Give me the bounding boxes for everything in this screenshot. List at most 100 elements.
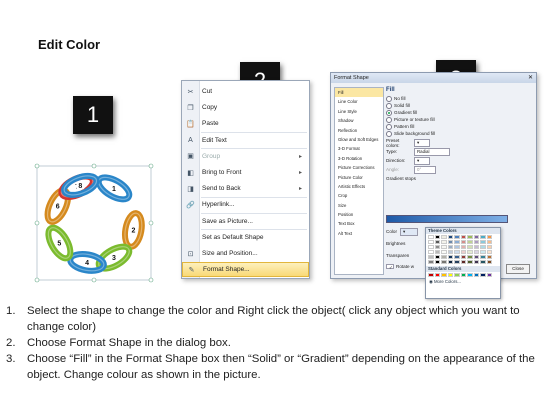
selection-handle[interactable]: [34, 277, 40, 283]
fill-option[interactable]: Solid fill: [386, 102, 532, 109]
direction-dropdown[interactable]: ▾: [414, 156, 430, 165]
preset-colors-dropdown[interactable]: ▾: [414, 138, 430, 147]
color-swatch[interactable]: [480, 245, 486, 249]
chain-diagram[interactable]: 12345678: [33, 162, 155, 284]
color-swatch[interactable]: [467, 255, 473, 259]
color-swatch[interactable]: [460, 250, 466, 254]
nav-item-reflection[interactable]: Reflection: [335, 126, 383, 135]
color-swatch[interactable]: [486, 273, 492, 277]
color-swatch[interactable]: [441, 255, 447, 259]
color-swatch[interactable]: [480, 255, 486, 259]
color-swatch[interactable]: [447, 260, 453, 264]
menu-item-edit-text[interactable]: A Edit Text: [182, 133, 309, 148]
color-swatch[interactable]: [434, 245, 440, 249]
radio-button[interactable]: [386, 102, 392, 109]
color-swatch[interactable]: [486, 235, 492, 239]
color-swatch[interactable]: [460, 255, 466, 259]
color-swatch[interactable]: [460, 260, 466, 264]
angle-input[interactable]: 0°: [414, 165, 436, 174]
color-swatch[interactable]: [473, 273, 479, 277]
chain-link-4[interactable]: 4: [67, 250, 107, 274]
menu-item-copy[interactable]: ❐ Copy: [182, 100, 309, 115]
color-swatch[interactable]: [460, 240, 466, 244]
color-swatch[interactable]: [454, 250, 460, 254]
gradient-stops-bar[interactable]: [386, 215, 508, 223]
menu-item-set-as-default-shape[interactable]: Set as Default Shape: [182, 230, 309, 245]
selection-handle[interactable]: [148, 163, 154, 169]
close-button[interactable]: Close: [506, 264, 530, 274]
nav-item-position[interactable]: Position: [335, 210, 383, 219]
nav-item-crop[interactable]: Crop: [335, 191, 383, 200]
nav-item-glow-and-soft-edges[interactable]: Glow and Soft Edges: [335, 135, 383, 144]
nav-item-alt-text[interactable]: Alt Text: [335, 229, 383, 238]
color-swatch[interactable]: [486, 255, 492, 259]
color-swatch[interactable]: [486, 260, 492, 264]
color-swatch[interactable]: [454, 255, 460, 259]
menu-item-bring-to-front[interactable]: ◧ Bring to Front ▸: [182, 165, 309, 180]
selection-handle[interactable]: [91, 277, 97, 283]
color-swatch[interactable]: [441, 250, 447, 254]
color-swatch[interactable]: [454, 245, 460, 249]
color-swatch[interactable]: [467, 250, 473, 254]
nav-item-line-color[interactable]: Line Color: [335, 97, 383, 106]
nav-item-size[interactable]: Size: [335, 201, 383, 210]
menu-item-hyperlink[interactable]: 🔗 Hyperlink...: [182, 197, 309, 212]
color-swatch[interactable]: [473, 240, 479, 244]
color-swatch[interactable]: [441, 273, 447, 277]
menu-item-format-shape[interactable]: ✎ Format Shape...: [182, 262, 309, 278]
rotate-checkbox[interactable]: ✓: [386, 264, 394, 270]
menu-item-cut[interactable]: ✂ Cut: [182, 84, 309, 99]
color-swatch[interactable]: [454, 240, 460, 244]
fill-option[interactable]: Pattern fill: [386, 123, 532, 130]
nav-item-3-d-rotation[interactable]: 3-D Rotation: [335, 154, 383, 163]
color-swatch[interactable]: [447, 250, 453, 254]
color-swatch[interactable]: [467, 240, 473, 244]
color-swatch[interactable]: [486, 245, 492, 249]
selection-handle[interactable]: [148, 277, 154, 283]
fill-option[interactable]: Gradient fill: [386, 109, 532, 116]
radio-button[interactable]: [386, 95, 392, 102]
color-swatch[interactable]: [441, 240, 447, 244]
color-swatch[interactable]: [428, 245, 434, 249]
chain-link-5[interactable]: 5: [44, 224, 75, 262]
color-swatch[interactable]: [467, 245, 473, 249]
nav-item-artistic-effects[interactable]: Artistic Effects: [335, 182, 383, 191]
color-swatch[interactable]: [447, 240, 453, 244]
color-swatch[interactable]: [434, 235, 440, 239]
color-swatch[interactable]: [447, 245, 453, 249]
color-swatch[interactable]: [447, 273, 453, 277]
color-swatch[interactable]: [447, 255, 453, 259]
fill-option[interactable]: Picture or texture fill: [386, 116, 532, 123]
nav-item-fill[interactable]: Fill: [335, 88, 383, 98]
color-swatch[interactable]: [460, 273, 466, 277]
chain-link-1[interactable]: 1: [95, 173, 133, 204]
color-swatch[interactable]: [428, 260, 434, 264]
selection-handle[interactable]: [91, 163, 97, 169]
radio-button[interactable]: [386, 116, 392, 123]
nav-item-3-d-format[interactable]: 3-D Format: [335, 144, 383, 153]
color-swatch[interactable]: [454, 273, 460, 277]
color-swatch[interactable]: [441, 245, 447, 249]
radio-button[interactable]: [386, 109, 392, 116]
fill-option[interactable]: No fill: [386, 95, 532, 102]
menu-item-send-to-back[interactable]: ◨ Send to Back ▸: [182, 181, 309, 196]
color-swatch[interactable]: [480, 273, 486, 277]
color-swatch[interactable]: [460, 235, 466, 239]
color-swatch[interactable]: [480, 235, 486, 239]
color-swatch[interactable]: [486, 250, 492, 254]
color-swatch[interactable]: [428, 250, 434, 254]
nav-item-line-style[interactable]: Line Style: [335, 107, 383, 116]
color-swatch[interactable]: [467, 273, 473, 277]
color-swatch[interactable]: [434, 273, 440, 277]
color-picker-button[interactable]: ▾: [400, 227, 418, 236]
selection-handle[interactable]: [34, 163, 40, 169]
color-swatch[interactable]: [454, 235, 460, 239]
nav-item-text-box[interactable]: Text Box: [335, 219, 383, 228]
menu-item-group[interactable]: ▣ Group ▸: [182, 149, 309, 164]
selection-handle[interactable]: [34, 220, 40, 226]
color-swatch[interactable]: [434, 250, 440, 254]
color-swatch[interactable]: [473, 255, 479, 259]
chain-svg[interactable]: 12345678: [33, 162, 155, 284]
color-swatch[interactable]: [434, 260, 440, 264]
radio-button[interactable]: [386, 123, 392, 130]
